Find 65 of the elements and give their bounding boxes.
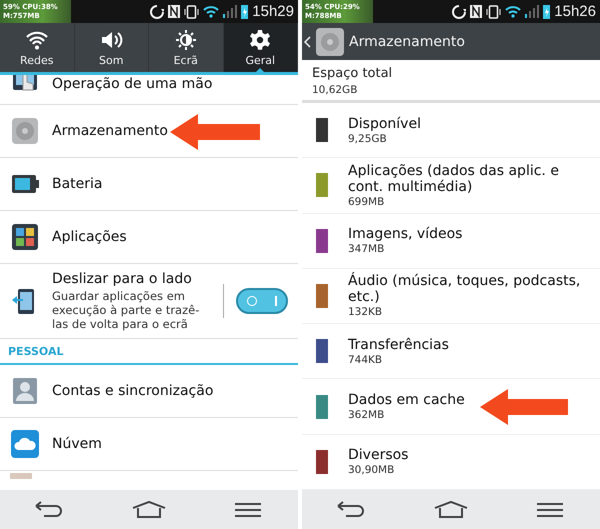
item-title: Aplicações — [52, 229, 128, 245]
category-name: Transferências — [348, 336, 450, 353]
back-icon — [304, 36, 311, 48]
battery-icon — [241, 4, 248, 18]
vibrate-icon — [184, 4, 200, 18]
toggle-switch[interactable] — [236, 288, 288, 314]
sync-icon — [452, 4, 466, 18]
settings-tab[interactable]: Redes — [0, 23, 74, 72]
settings-item[interactable]: Aplicações — [0, 211, 298, 264]
storage-category[interactable]: Disponível 9,25GB — [302, 103, 600, 158]
settings-item[interactable]: Armazenamento — [0, 105, 298, 158]
clock: 15h26 — [554, 3, 596, 20]
item-title: Deslizar para o lado — [52, 271, 193, 287]
item-title: Núvem — [52, 436, 103, 452]
settings-item[interactable]: Operação de uma mão — [0, 75, 298, 105]
item-title: Operação de uma mão — [52, 76, 214, 92]
settings-item[interactable]: Núvem — [0, 418, 298, 471]
battery-icon — [543, 4, 550, 18]
settings-item[interactable]: Contas e sincronização — [0, 365, 298, 418]
category-name: Dados em cache — [348, 392, 466, 408]
contact-icon — [10, 376, 40, 406]
total-label: Espaço total — [312, 66, 394, 82]
settings-tab[interactable]: Som — [74, 23, 149, 72]
settings-item[interactable]: Deslizar para o lado Guardar aplicações em execução à parte e trazê-las de volta para o ecrã — [0, 264, 298, 339]
signal-icon — [525, 5, 540, 18]
storage-category[interactable]: Dados em cache 362MB — [302, 379, 600, 435]
item-title: Bateria — [52, 176, 104, 192]
category-size: 30,90MB — [348, 464, 396, 476]
section-header: PESSOAL — [0, 339, 298, 365]
screen-title: Armazenamento — [349, 34, 465, 50]
category-name: Aplicações (dados das aplic. e cont. multimédia) — [348, 162, 560, 195]
settings-item[interactable]: Bateria — [0, 158, 298, 211]
cloud-icon — [10, 429, 40, 459]
sync-icon — [150, 4, 164, 18]
sun-icon — [174, 28, 198, 50]
category-size: 132KB — [348, 306, 384, 318]
apps-icon — [10, 222, 40, 252]
category-name: Imagens, vídeos — [348, 226, 464, 242]
list-icon — [10, 473, 32, 479]
storage-category[interactable]: Imagens, vídeos 347MB — [302, 214, 600, 269]
item-title: Armazenamento — [52, 123, 169, 139]
category-name: Áudio (música, toques, podcasts, etc.) — [348, 273, 582, 306]
storage-category[interactable]: Áudio (música, toques, podcasts, etc.) 132KB — [302, 268, 600, 324]
category-name: Disponível — [348, 116, 422, 132]
signal-icon — [223, 5, 238, 18]
nfc-icon — [168, 5, 180, 18]
clock: 15h29 — [252, 3, 294, 20]
total-size: 10,62GB — [312, 84, 358, 96]
settings-tab[interactable]: Geral — [224, 23, 298, 72]
wifi-icon — [24, 28, 49, 50]
settings-icon — [248, 28, 272, 50]
storage-category[interactable]: Transferências 744KB — [302, 324, 600, 380]
storage-category[interactable]: Aplicações (dados das aplic. e cont. multimédia) 699MB — [302, 158, 600, 214]
category-size: 347MB — [348, 243, 386, 256]
vibrate-icon — [486, 4, 502, 18]
item-description: Guardar aplicações em execução à parte e trazê-las de volta para o ecrã — [52, 289, 200, 331]
item-title: Contas e sincronização — [52, 383, 214, 399]
category-size: 699MB — [348, 196, 386, 208]
category-size: 744KB — [348, 354, 384, 366]
category-size: 9,25GB — [348, 132, 388, 145]
wifi-icon — [203, 5, 220, 18]
wifi-icon — [505, 5, 522, 18]
category-size: 362MB — [348, 409, 386, 422]
nfc-icon — [470, 5, 482, 18]
category-name: Diversos — [348, 447, 410, 464]
